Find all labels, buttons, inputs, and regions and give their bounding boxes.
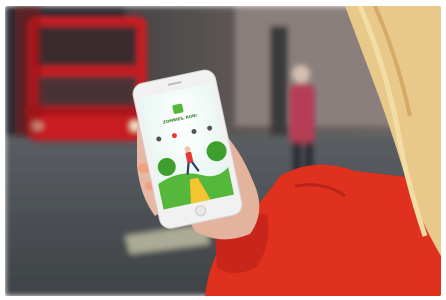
photo-scene: ZOMBIES, RUN!: [5, 6, 441, 296]
photo-illustration: ZOMBIES, RUN!: [5, 6, 441, 296]
red-bus: [15, 6, 149, 141]
